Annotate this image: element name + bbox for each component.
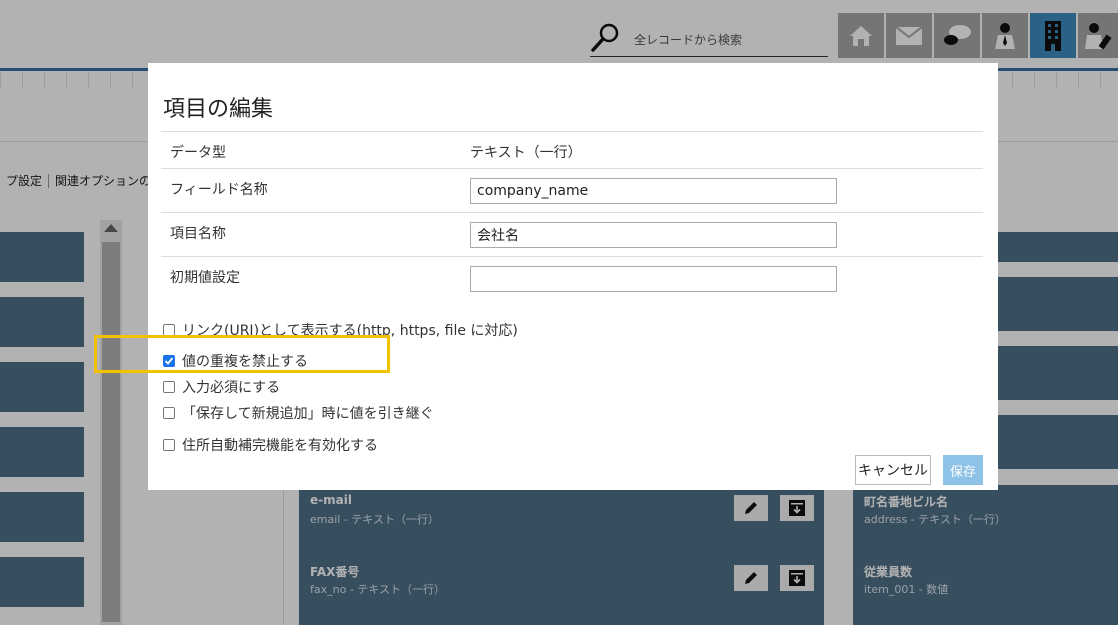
field-name-input[interactable]	[470, 178, 837, 204]
checkbox-required[interactable]	[163, 381, 175, 393]
checkbox-address-autocomplete[interactable]	[163, 439, 175, 451]
data-type-value: テキスト（一行）	[470, 145, 582, 161]
default-value-input[interactable]	[470, 266, 837, 292]
save-button[interactable]: 保存	[943, 455, 983, 485]
data-type-label: データ型	[170, 145, 226, 161]
option-label: 「保存して新規追加」時に値を引き継ぐ	[182, 406, 434, 422]
cancel-button[interactable]: キャンセル	[855, 455, 931, 485]
option-carry-over[interactable]: 「保存して新規追加」時に値を引き継ぐ	[163, 403, 434, 423]
highlight-box	[94, 335, 390, 373]
option-label: 入力必須にする	[182, 380, 281, 396]
row-data-type: データ型 テキスト（一行）	[161, 131, 983, 169]
option-required[interactable]: 入力必須にする	[163, 377, 280, 397]
row-field-name: フィールド名称	[161, 168, 983, 213]
row-default-value: 初期値設定	[161, 256, 983, 301]
dialog-title: 項目の編集	[163, 97, 274, 122]
option-address-autocomplete[interactable]: 住所自動補完機能を有効化する	[163, 435, 378, 455]
option-label: 住所自動補完機能を有効化する	[182, 438, 378, 454]
default-value-label: 初期値設定	[170, 270, 240, 286]
item-name-input[interactable]	[470, 222, 837, 248]
row-item-name: 項目名称	[161, 212, 983, 257]
checkbox-carry-over[interactable]	[163, 407, 175, 419]
item-name-label: 項目名称	[170, 226, 226, 242]
field-name-label: フィールド名称	[170, 182, 268, 198]
edit-field-dialog: 項目の編集 データ型 テキスト（一行） フィールド名称 項目名称 初期値設定 リ…	[148, 63, 998, 490]
